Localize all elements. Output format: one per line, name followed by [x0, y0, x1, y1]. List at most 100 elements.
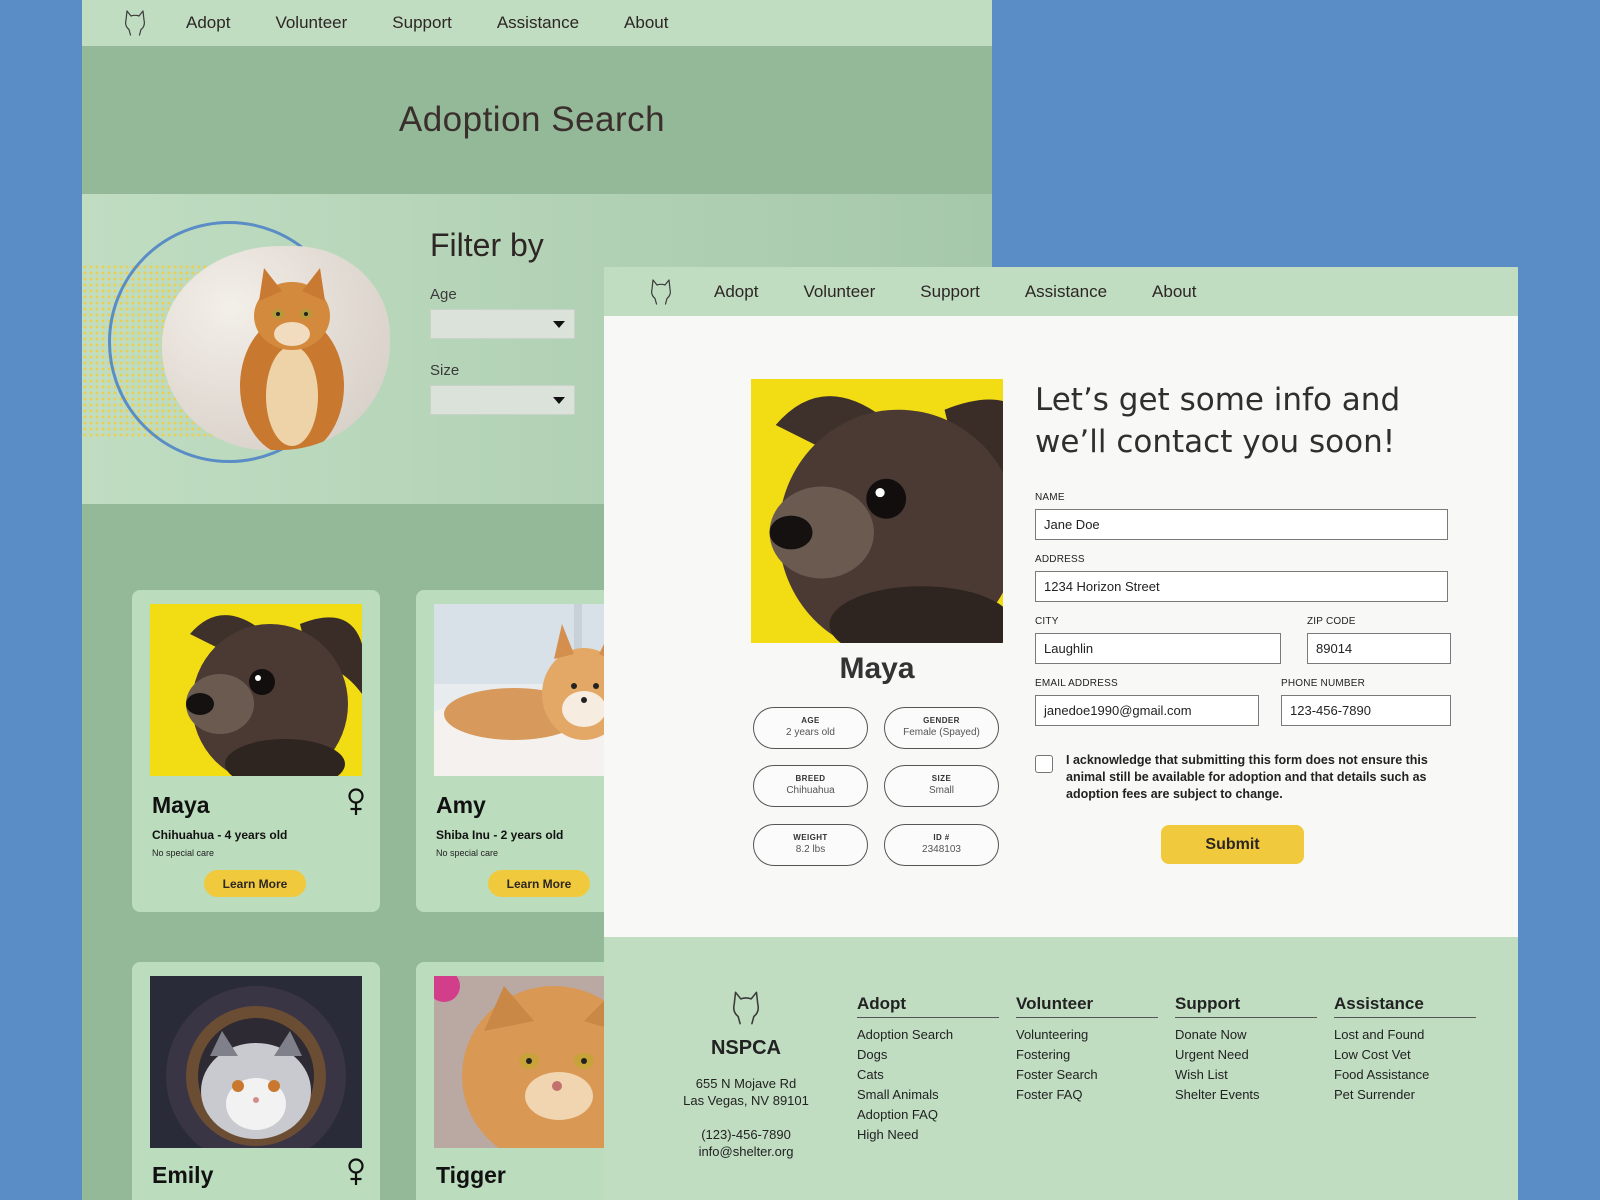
female-icon	[346, 1158, 366, 1186]
nav-about[interactable]: About	[624, 13, 668, 33]
nav-adopt[interactable]: Adopt	[714, 282, 758, 302]
pet-care: No special care	[152, 848, 215, 858]
attribute-value: Small	[928, 785, 954, 796]
top-nav: Adopt Volunteer Support Assistance About	[82, 0, 992, 46]
footer-link[interactable]: Shelter Events	[1175, 1085, 1317, 1105]
name-input[interactable]: Jane Doe	[1035, 509, 1448, 540]
nav-adopt[interactable]: Adopt	[186, 13, 230, 33]
nav-about[interactable]: About	[1152, 282, 1196, 302]
footer-heading: Volunteer	[1016, 994, 1158, 1018]
footer-col-volunteer: Volunteer Volunteering Fostering Foster …	[1016, 994, 1158, 1105]
footer-link[interactable]: Small Animals	[857, 1085, 999, 1105]
acknowledge-text: I acknowledge that submitting this form …	[1066, 753, 1428, 801]
learn-more-button[interactable]: Learn More	[204, 870, 306, 897]
pet-care: No special care	[436, 848, 499, 858]
org-name: NSPCA	[710, 1037, 781, 1059]
footer-link[interactable]: Adoption FAQ	[857, 1105, 999, 1125]
footer-link[interactable]: High Need	[857, 1125, 999, 1145]
footer-email[interactable]: info@shelter.org	[664, 1143, 828, 1160]
filter-age-label: Age	[430, 286, 457, 303]
attribute-value: 2348103	[922, 844, 961, 855]
footer-link[interactable]: Donate Now	[1175, 1025, 1317, 1045]
phone-input[interactable]: 123-456-7890	[1281, 695, 1451, 726]
pet-breed-age: Chihuahua - 4 years old	[152, 828, 288, 842]
address-label: ADDRESS	[1035, 554, 1085, 565]
cat-logo-icon[interactable]	[122, 9, 148, 37]
attribute-key: SIZE	[931, 774, 952, 783]
footer-link[interactable]: Adoption Search	[857, 1025, 999, 1045]
footer-heading: Adopt	[857, 994, 999, 1018]
adoption-form-page: Adopt Volunteer Support Assistance About…	[604, 267, 1518, 1200]
pet-photo	[150, 976, 362, 1148]
filter-title: Filter by	[430, 227, 544, 263]
pet-card-maya[interactable]: Maya Chihuahua - 4 years old No special …	[132, 590, 380, 912]
nav-volunteer[interactable]: Volunteer	[803, 282, 875, 302]
footer-link[interactable]: Pet Surrender	[1334, 1085, 1476, 1105]
pet-name: Tigger	[436, 1162, 506, 1188]
pet-name: Amy	[436, 792, 486, 818]
city-label: CITY	[1035, 616, 1059, 627]
submit-button[interactable]: Submit	[1161, 825, 1304, 864]
footer-link[interactable]: Foster FAQ	[1016, 1085, 1158, 1105]
orange-cat-photo	[162, 246, 390, 450]
email-label: EMAIL ADDRESS	[1035, 678, 1118, 689]
attribute-weight: WEIGHT 8.2 lbs	[753, 824, 868, 866]
address-input[interactable]: 1234 Horizon Street	[1035, 571, 1448, 602]
form-title: Let’s get some info and we’ll contact yo…	[1035, 382, 1401, 460]
size-select[interactable]	[430, 385, 575, 415]
footer-link[interactable]: Lost and Found	[1334, 1025, 1476, 1045]
footer-link[interactable]: Food Assistance	[1334, 1065, 1476, 1085]
pet-photo	[150, 604, 362, 776]
footer-link[interactable]: Cats	[857, 1065, 999, 1085]
nav-support[interactable]: Support	[920, 282, 980, 302]
pet-breed-age: Shiba Inu - 2 years old	[436, 828, 564, 842]
address-line-1: 655 N Mojave Rd	[695, 1076, 797, 1091]
footer-heading: Support	[1175, 994, 1317, 1018]
attribute-value: 2 years old	[786, 727, 835, 738]
city-input[interactable]: Laughlin	[1035, 633, 1281, 664]
acknowledge-checkbox[interactable]	[1035, 755, 1053, 773]
attribute-value: Chihuahua	[786, 785, 835, 796]
footer-heading: Assistance	[1334, 994, 1476, 1018]
top-nav: Adopt Volunteer Support Assistance About	[604, 267, 1518, 316]
address-line-2: Las Vegas, NV 89101	[683, 1093, 809, 1108]
female-icon	[346, 788, 366, 816]
filter-size-label: Size	[430, 362, 460, 379]
footer-link[interactable]: Dogs	[857, 1045, 999, 1065]
footer: NSPCA 655 N Mojave Rd Las Vegas, NV 8910…	[604, 937, 1518, 1200]
footer-link[interactable]: Wish List	[1175, 1065, 1317, 1085]
chevron-down-icon	[553, 321, 565, 328]
attribute-key: ID #	[933, 833, 950, 842]
hero-banner: Adoption Search	[82, 46, 992, 194]
attribute-key: AGE	[801, 716, 820, 725]
pet-card-emily[interactable]: Emily	[132, 962, 380, 1200]
nav-assistance[interactable]: Assistance	[497, 13, 579, 33]
cat-logo-icon	[729, 989, 763, 1027]
pet-name: Maya	[839, 652, 915, 685]
attribute-value: Female (Spayed)	[903, 727, 980, 738]
footer-link[interactable]: Urgent Need	[1175, 1045, 1317, 1065]
nav-volunteer[interactable]: Volunteer	[275, 13, 347, 33]
footer-phone[interactable]: (123)-456-7890	[664, 1126, 828, 1143]
footer-link[interactable]: Low Cost Vet	[1334, 1045, 1476, 1065]
email-input[interactable]: janedoe1990@gmail.com	[1035, 695, 1259, 726]
attribute-key: GENDER	[923, 716, 960, 725]
nav-assistance[interactable]: Assistance	[1025, 282, 1107, 302]
footer-link[interactable]: Volunteering	[1016, 1025, 1158, 1045]
attribute-key: WEIGHT	[793, 833, 828, 842]
phone-label: PHONE NUMBER	[1281, 678, 1366, 689]
footer-col-adopt: Adopt Adoption Search Dogs Cats Small An…	[857, 994, 999, 1145]
footer-link[interactable]: Foster Search	[1016, 1065, 1158, 1085]
nav-support[interactable]: Support	[392, 13, 452, 33]
chevron-down-icon	[553, 397, 565, 404]
zip-label: ZIP CODE	[1307, 616, 1356, 627]
pet-name: Maya	[152, 792, 210, 818]
pet-name: Emily	[152, 1162, 214, 1188]
age-select[interactable]	[430, 309, 575, 339]
learn-more-button[interactable]: Learn More	[488, 870, 590, 897]
footer-link[interactable]: Fostering	[1016, 1045, 1158, 1065]
footer-col-support: Support Donate Now Urgent Need Wish List…	[1175, 994, 1317, 1105]
cat-logo-icon[interactable]	[648, 278, 674, 306]
page-title: Adoption Search	[398, 100, 666, 139]
zip-input[interactable]: 89014	[1307, 633, 1451, 664]
